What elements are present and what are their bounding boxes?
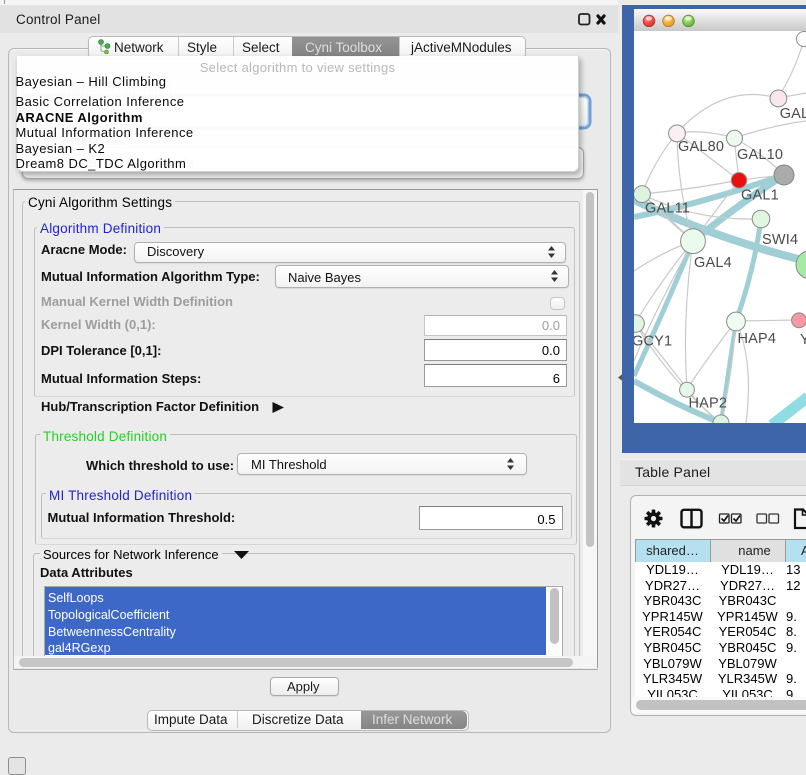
svg-text:GAL1: GAL1: [741, 188, 779, 204]
svg-text:GAL2: GAL2: [780, 106, 806, 122]
svg-text:GAL11: GAL11: [645, 201, 690, 217]
svg-text:SWI4: SWI4: [762, 232, 798, 248]
svg-text:GCY1: GCY1: [634, 334, 672, 350]
svg-text:Y: Y: [800, 332, 806, 348]
svg-text:GAL10: GAL10: [737, 147, 783, 163]
svg-text:GAL4: GAL4: [694, 255, 732, 271]
svg-text:HAP2: HAP2: [689, 396, 728, 412]
svg-text:GAL80: GAL80: [678, 139, 724, 155]
svg-text:HAP4: HAP4: [738, 331, 777, 347]
